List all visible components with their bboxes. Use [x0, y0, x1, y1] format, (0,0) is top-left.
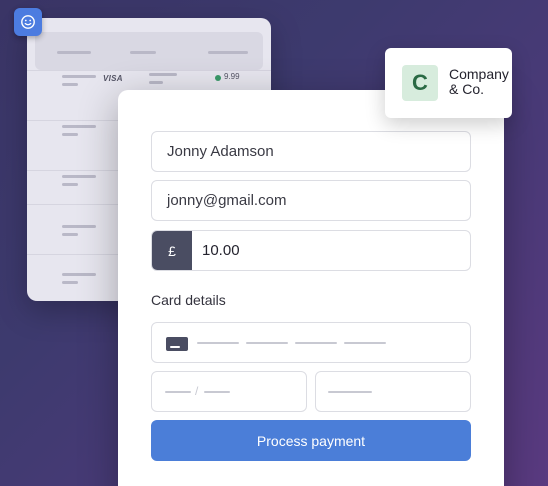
- company-logo: C: [402, 65, 438, 101]
- process-payment-button[interactable]: Process payment: [151, 420, 471, 461]
- name-field[interactable]: Jonny Adamson: [151, 131, 471, 172]
- expiry-field[interactable]: /: [151, 371, 307, 412]
- transaction-amount: 9.99: [224, 72, 240, 81]
- amount-value: 10.00: [202, 242, 240, 259]
- name-value: Jonny Adamson: [167, 143, 274, 160]
- email-field[interactable]: jonny@gmail.com: [151, 180, 471, 221]
- table-header: [35, 32, 263, 70]
- cvc-field[interactable]: [315, 371, 471, 412]
- currency-symbol: £: [152, 231, 192, 270]
- status-dot-icon: [215, 75, 221, 81]
- card-number-field[interactable]: [151, 322, 471, 363]
- company-name: Company & Co.: [449, 66, 509, 97]
- payment-form: Jonny Adamson jonny@gmail.com £ 10.00 Ca…: [118, 90, 504, 486]
- company-badge: C Company & Co.: [385, 48, 512, 118]
- visa-label: VISA: [103, 74, 123, 83]
- amount-field[interactable]: £ 10.00: [151, 230, 471, 271]
- card-icon: [166, 337, 188, 351]
- smiley-icon: [21, 15, 35, 29]
- feedback-button[interactable]: [14, 8, 42, 36]
- card-details-label: Card details: [151, 292, 226, 308]
- email-value: jonny@gmail.com: [167, 192, 287, 209]
